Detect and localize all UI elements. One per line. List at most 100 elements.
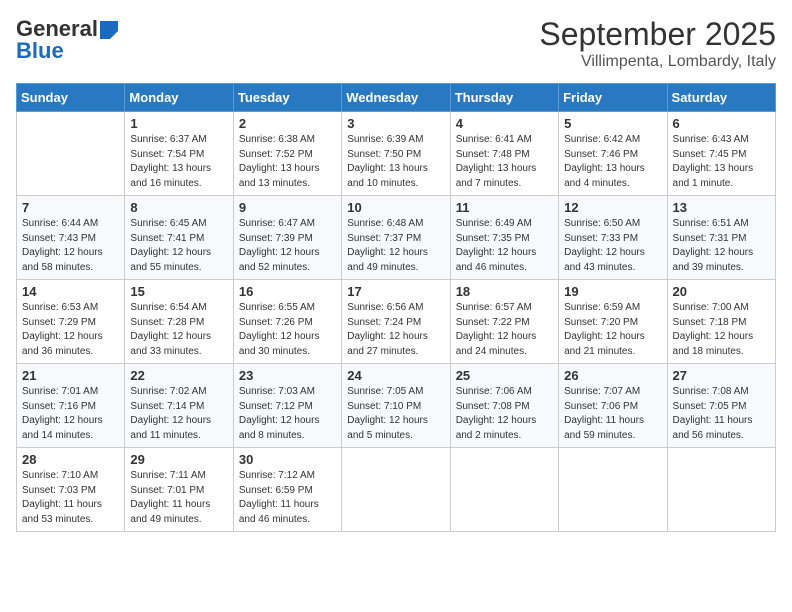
day-number: 10 (347, 200, 444, 215)
calendar-cell: 9Sunrise: 6:47 AM Sunset: 7:39 PM Daylig… (233, 196, 341, 280)
calendar-cell: 22 Sunrise: 7:02 AM Sunset: 7:14 PM Dayli… (125, 364, 233, 448)
day-number: 12 (564, 200, 661, 215)
day-info: Sunrise: 7:00 AM Sunset: 7:18 PM Dayligh… (673, 301, 770, 359)
calendar-cell: 3 Sunrise: 6:39 AM Sunset: 7:50 PM Daylig… (342, 112, 450, 196)
day-header-thursday: Thursday (450, 84, 558, 112)
day-number: 18 (456, 284, 553, 299)
day-number: 25 (456, 368, 553, 383)
day-info: Sunrise: 6:57 AM Sunset: 7:22 PM Dayligh… (456, 301, 553, 359)
calendar-cell: 24 Sunrise: 7:05 AM Sunset: 7:10 PM Dayli… (342, 364, 450, 448)
day-number: 24 (347, 368, 444, 383)
calendar-cell (17, 112, 125, 196)
day-info: Sunrise: 6:49 AM Sunset: 7:35 PM Dayligh… (456, 217, 553, 275)
calendar-cell: 20 Sunrise: 7:00 AM Sunset: 7:18 PM Dayli… (667, 280, 775, 364)
header: General Blue September 2025 Villimpenta,… (16, 16, 776, 71)
calendar-cell: 27Sunrise: 7:08 AM Sunset: 7:05 PM Dayli… (667, 364, 775, 448)
calendar-cell: 23 Sunrise: 7:03 AM Sunset: 7:12 PM Dayli… (233, 364, 341, 448)
day-number: 11 (456, 200, 553, 215)
day-info: Sunrise: 6:39 AM Sunset: 7:50 PM Dayligh… (347, 133, 444, 191)
day-info: Sunrise: 7:12 AM Sunset: 6:59 PM Dayligh… (239, 469, 336, 527)
day-info: Sunrise: 6:44 AM Sunset: 7:43 PM Dayligh… (22, 217, 119, 275)
day-info: Sunrise: 6:45 AM Sunset: 7:41 PM Dayligh… (130, 217, 227, 275)
calendar-cell (559, 448, 667, 532)
day-number: 16 (239, 284, 336, 299)
day-info: Sunrise: 7:03 AM Sunset: 7:12 PM Dayligh… (239, 385, 336, 443)
day-info: Sunrise: 6:42 AM Sunset: 7:46 PM Dayligh… (564, 133, 661, 191)
day-info: Sunrise: 6:53 AM Sunset: 7:29 PM Dayligh… (22, 301, 119, 359)
day-number: 30 (239, 452, 336, 467)
day-number: 7 (22, 200, 119, 215)
day-number: 1 (130, 116, 227, 131)
week-row-4: 21Sunrise: 7:01 AM Sunset: 7:16 PM Dayli… (17, 364, 776, 448)
calendar-cell: 8 Sunrise: 6:45 AM Sunset: 7:41 PM Daylig… (125, 196, 233, 280)
calendar-cell: 21Sunrise: 7:01 AM Sunset: 7:16 PM Dayli… (17, 364, 125, 448)
day-info: Sunrise: 6:41 AM Sunset: 7:48 PM Dayligh… (456, 133, 553, 191)
day-info: Sunrise: 6:50 AM Sunset: 7:33 PM Dayligh… (564, 217, 661, 275)
week-row-2: 7 Sunrise: 6:44 AM Sunset: 7:43 PM Daylig… (17, 196, 776, 280)
calendar-cell: 6Sunrise: 6:43 AM Sunset: 7:45 PM Daylig… (667, 112, 775, 196)
day-info: Sunrise: 7:05 AM Sunset: 7:10 PM Dayligh… (347, 385, 444, 443)
day-number: 23 (239, 368, 336, 383)
week-row-1: 1 Sunrise: 6:37 AM Sunset: 7:54 PM Daylig… (17, 112, 776, 196)
logo: General Blue (16, 16, 118, 64)
day-header-friday: Friday (559, 84, 667, 112)
day-number: 8 (130, 200, 227, 215)
calendar-cell: 2 Sunrise: 6:38 AM Sunset: 7:52 PM Daylig… (233, 112, 341, 196)
day-info: Sunrise: 7:08 AM Sunset: 7:05 PM Dayligh… (673, 385, 770, 443)
day-info: Sunrise: 6:38 AM Sunset: 7:52 PM Dayligh… (239, 133, 336, 191)
calendar-cell (450, 448, 558, 532)
day-number: 19 (564, 284, 661, 299)
calendar-cell: 12 Sunrise: 6:50 AM Sunset: 7:33 PM Dayli… (559, 196, 667, 280)
calendar-cell: 29 Sunrise: 7:11 AM Sunset: 7:01 PM Dayli… (125, 448, 233, 532)
day-info: Sunrise: 6:54 AM Sunset: 7:28 PM Dayligh… (130, 301, 227, 359)
calendar-cell: 16 Sunrise: 6:55 AM Sunset: 7:26 PM Dayli… (233, 280, 341, 364)
day-number: 29 (130, 452, 227, 467)
day-header-saturday: Saturday (667, 84, 775, 112)
day-number: 14 (22, 284, 119, 299)
day-info: Sunrise: 7:06 AM Sunset: 7:08 PM Dayligh… (456, 385, 553, 443)
day-number: 4 (456, 116, 553, 131)
day-number: 3 (347, 116, 444, 131)
calendar-cell: 19 Sunrise: 6:59 AM Sunset: 7:20 PM Dayli… (559, 280, 667, 364)
day-number: 13 (673, 200, 770, 215)
calendar-table: SundayMondayTuesdayWednesdayThursdayFrid… (16, 83, 776, 532)
day-info: Sunrise: 7:02 AM Sunset: 7:14 PM Dayligh… (130, 385, 227, 443)
calendar-cell: 13 Sunrise: 6:51 AM Sunset: 7:31 PM Dayli… (667, 196, 775, 280)
day-number: 6 (673, 116, 770, 131)
calendar-cell: 1 Sunrise: 6:37 AM Sunset: 7:54 PM Daylig… (125, 112, 233, 196)
day-number: 5 (564, 116, 661, 131)
calendar-cell: 11 Sunrise: 6:49 AM Sunset: 7:35 PM Dayli… (450, 196, 558, 280)
calendar-cell: 28Sunrise: 7:10 AM Sunset: 7:03 PM Dayli… (17, 448, 125, 532)
calendar-cell (342, 448, 450, 532)
calendar-cell: 10Sunrise: 6:48 AM Sunset: 7:37 PM Dayli… (342, 196, 450, 280)
day-header-monday: Monday (125, 84, 233, 112)
day-info: Sunrise: 6:37 AM Sunset: 7:54 PM Dayligh… (130, 133, 227, 191)
calendar-cell: 14 Sunrise: 6:53 AM Sunset: 7:29 PM Dayli… (17, 280, 125, 364)
day-number: 21 (22, 368, 119, 383)
day-header-sunday: Sunday (17, 84, 125, 112)
day-number: 2 (239, 116, 336, 131)
calendar-cell: 15Sunrise: 6:54 AM Sunset: 7:28 PM Dayli… (125, 280, 233, 364)
day-header-tuesday: Tuesday (233, 84, 341, 112)
week-row-5: 28Sunrise: 7:10 AM Sunset: 7:03 PM Dayli… (17, 448, 776, 532)
calendar-cell: 4 Sunrise: 6:41 AM Sunset: 7:48 PM Daylig… (450, 112, 558, 196)
day-number: 17 (347, 284, 444, 299)
day-number: 22 (130, 368, 227, 383)
logo-icon (100, 21, 118, 39)
day-info: Sunrise: 6:55 AM Sunset: 7:26 PM Dayligh… (239, 301, 336, 359)
logo-blue: Blue (16, 38, 64, 64)
day-info: Sunrise: 6:51 AM Sunset: 7:31 PM Dayligh… (673, 217, 770, 275)
calendar-cell: 30 Sunrise: 7:12 AM Sunset: 6:59 PM Dayli… (233, 448, 341, 532)
day-info: Sunrise: 6:59 AM Sunset: 7:20 PM Dayligh… (564, 301, 661, 359)
day-info: Sunrise: 7:11 AM Sunset: 7:01 PM Dayligh… (130, 469, 227, 527)
location-title: Villimpenta, Lombardy, Italy (539, 53, 776, 71)
day-number: 20 (673, 284, 770, 299)
day-number: 26 (564, 368, 661, 383)
day-number: 9 (239, 200, 336, 215)
calendar-cell: 7 Sunrise: 6:44 AM Sunset: 7:43 PM Daylig… (17, 196, 125, 280)
calendar-cell: 17Sunrise: 6:56 AM Sunset: 7:24 PM Dayli… (342, 280, 450, 364)
day-header-wednesday: Wednesday (342, 84, 450, 112)
calendar-cell: 26Sunrise: 7:07 AM Sunset: 7:06 PM Dayli… (559, 364, 667, 448)
day-info: Sunrise: 7:10 AM Sunset: 7:03 PM Dayligh… (22, 469, 119, 527)
calendar-cell (667, 448, 775, 532)
